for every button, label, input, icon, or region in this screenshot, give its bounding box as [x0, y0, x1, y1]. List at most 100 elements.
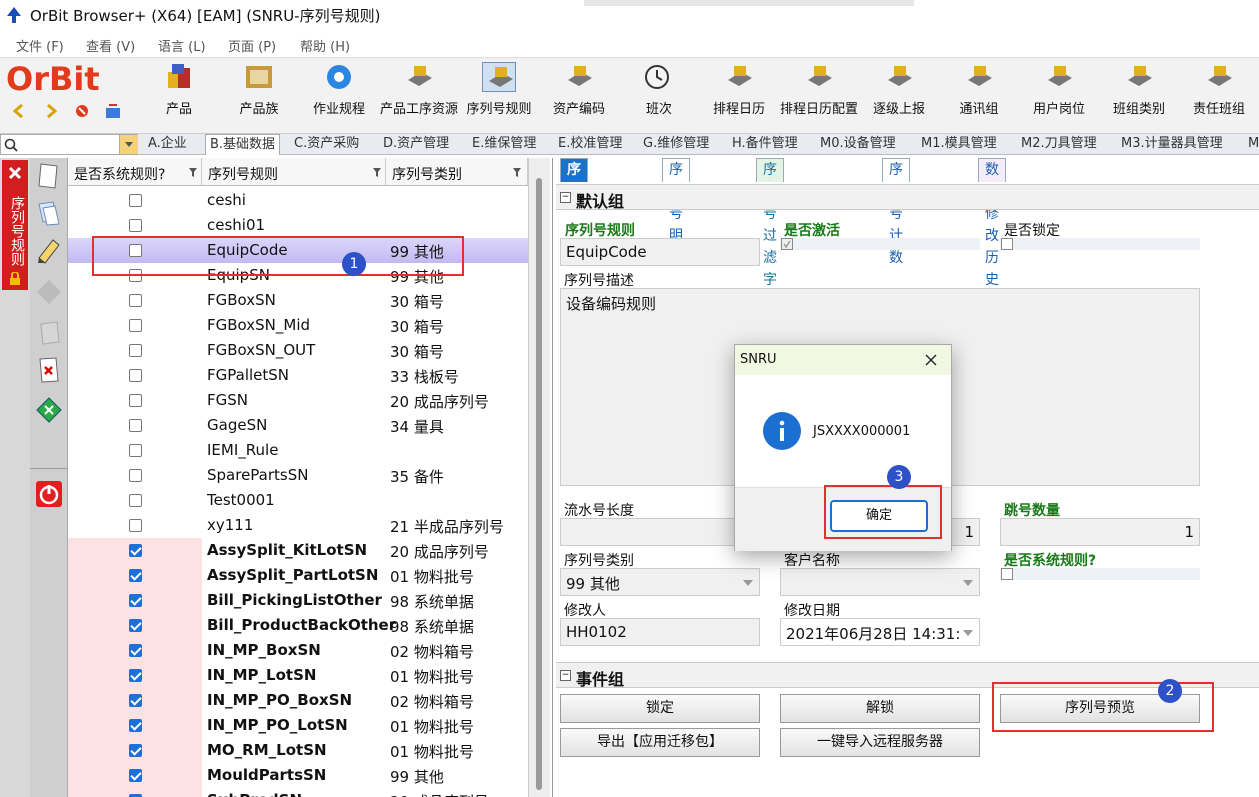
power-off-icon[interactable]	[35, 480, 63, 508]
close-icon[interactable]	[8, 166, 22, 180]
table-row[interactable]: IN_MP_PO_BoxSN 02 物料箱号	[68, 688, 528, 713]
delete-document-icon[interactable]	[35, 356, 63, 384]
column-header-system-rule[interactable]: 是否系统规则?	[68, 158, 202, 186]
system-rule-checkbox[interactable]	[129, 719, 142, 732]
toolbar-product-family[interactable]: 产品族	[219, 58, 299, 134]
filter-icon[interactable]	[189, 168, 197, 177]
unlock-button[interactable]: 解锁	[780, 694, 980, 723]
system-rule-checkbox[interactable]	[129, 394, 142, 407]
group-default[interactable]: − 默认组	[556, 184, 1259, 211]
search-dropdown-button[interactable]	[119, 135, 138, 154]
system-rule-checkbox[interactable]	[129, 644, 142, 657]
field-skip-count[interactable]: 1	[1000, 518, 1200, 546]
tab-more[interactable]: M	[1244, 134, 1259, 155]
field-serial-length[interactable]	[560, 518, 760, 546]
checkbox-locked[interactable]	[1001, 238, 1013, 250]
export-excel-icon[interactable]	[35, 396, 63, 424]
system-rule-checkbox[interactable]	[129, 319, 142, 332]
system-rule-checkbox[interactable]	[129, 494, 142, 507]
tab-spare-parts[interactable]: H.备件管理	[728, 134, 802, 155]
back-arrow-icon[interactable]	[12, 104, 26, 118]
system-rule-checkbox[interactable]	[129, 444, 142, 457]
checkbox-active[interactable]	[781, 238, 793, 250]
table-row[interactable]: FGBoxSN_Mid 30 箱号	[68, 313, 528, 338]
table-row[interactable]: AssySplit_PartLotSN 01 物料批号	[68, 563, 528, 588]
table-row[interactable]: IN_MP_BoxSN 02 物料箱号	[68, 638, 528, 663]
system-rule-checkbox[interactable]	[129, 519, 142, 532]
toolbar-product[interactable]: 产品	[139, 58, 219, 134]
subtab-modify-history[interactable]: 数据修改历史	[978, 158, 1006, 288]
stop-icon[interactable]	[75, 104, 89, 118]
system-rule-checkbox[interactable]	[129, 594, 142, 607]
side-tab-serial-rule[interactable]: 序列号规则	[2, 160, 28, 290]
subtab-serial-count[interactable]: 序列号计数	[882, 158, 910, 266]
toolbar-comm-group[interactable]: 通讯组	[939, 58, 1019, 134]
system-rule-checkbox[interactable]	[129, 619, 142, 632]
toolbar-responsible-team[interactable]: 责任班组	[1179, 58, 1259, 134]
close-icon[interactable]	[925, 354, 937, 366]
system-rule-checkbox[interactable]	[129, 294, 142, 307]
toolbar-user-post[interactable]: 用户岗位	[1019, 58, 1099, 134]
undo-disabled-icon[interactable]	[35, 318, 63, 346]
table-row[interactable]: SubProdSN 20 成品序列号	[68, 788, 528, 797]
field-modify-date[interactable]: 2021年06月28日 14:31:	[780, 618, 980, 646]
table-row[interactable]: ceshi01	[68, 213, 528, 238]
table-row[interactable]: MouldPartsSN 99 其他	[68, 763, 528, 788]
collapse-icon[interactable]: −	[560, 670, 571, 681]
system-rule-checkbox[interactable]	[129, 569, 142, 582]
import-remote-button[interactable]: 一键导入远程服务器	[780, 728, 980, 757]
table-row[interactable]: FGPalletSN 33 栈板号	[68, 363, 528, 388]
table-row[interactable]: Test0001	[68, 488, 528, 513]
tab-mould[interactable]: M1.模具管理	[917, 134, 1001, 155]
column-header-serial-type[interactable]: 序列号类别	[386, 158, 528, 186]
table-row[interactable]: IN_MP_PO_LotSN 01 物料批号	[68, 713, 528, 738]
toolbar-serial-rule[interactable]: 序列号规则	[459, 58, 539, 134]
menu-language[interactable]: 语言 (L)	[158, 36, 206, 55]
field-modifier[interactable]: HH0102	[560, 618, 760, 646]
table-row[interactable]: IEMI_Rule	[68, 438, 528, 463]
system-rule-checkbox[interactable]	[129, 419, 142, 432]
table-row[interactable]: xy111 21 半成品序列号	[68, 513, 528, 538]
copy-document-icon[interactable]	[35, 198, 63, 226]
table-row[interactable]: SparePartsSN 35 备件	[68, 463, 528, 488]
menu-file[interactable]: 文件 (F)	[16, 36, 64, 55]
refresh-icon[interactable]	[104, 102, 122, 120]
system-rule-checkbox[interactable]	[129, 744, 142, 757]
table-row[interactable]: Bill_PickingListOther 98 系统单据	[68, 588, 528, 613]
select-customer[interactable]	[780, 568, 980, 596]
checkbox-system-rule[interactable]	[1001, 568, 1013, 580]
tab-gauge[interactable]: M3.计量器具管理	[1117, 134, 1227, 155]
table-row[interactable]: FGSN 20 成品序列号	[68, 388, 528, 413]
tab-repair[interactable]: G.维修管理	[639, 134, 713, 155]
subtab-serial-rule[interactable]: 序列号规则	[560, 158, 588, 266]
subtab-serial-detail[interactable]: 序列号明细	[662, 158, 690, 266]
system-rule-checkbox[interactable]	[129, 469, 142, 482]
subtab-filter-char[interactable]: 序列号过滤字符	[756, 158, 784, 310]
system-rule-checkbox[interactable]	[129, 694, 142, 707]
grid-vertical-scrollbar[interactable]	[528, 158, 550, 797]
new-document-icon[interactable]	[35, 162, 63, 190]
table-row[interactable]: IN_MP_LotSN 01 物料批号	[68, 663, 528, 688]
select-serial-type[interactable]: 99 其他	[560, 568, 760, 596]
field-serial-rule[interactable]: EquipCode	[560, 238, 760, 266]
table-row[interactable]: FGBoxSN 30 箱号	[68, 288, 528, 313]
table-row[interactable]: MO_RM_LotSN 01 物料批号	[68, 738, 528, 763]
tab-maintenance[interactable]: E.维保管理	[468, 134, 540, 155]
system-rule-checkbox[interactable]	[129, 669, 142, 682]
toolbar-schedule-calendar[interactable]: 排程日历	[699, 58, 779, 134]
filter-icon[interactable]	[513, 168, 521, 177]
table-row[interactable]: GageSN 34 量具	[68, 413, 528, 438]
search-input[interactable]	[0, 134, 138, 155]
toolbar-product-process-resource[interactable]: 产品工序资源	[379, 58, 459, 134]
filter-icon[interactable]	[373, 168, 381, 177]
tab-tool[interactable]: M2.刀具管理	[1017, 134, 1101, 155]
table-row[interactable]: AssySplit_KitLotSN 20 成品序列号	[68, 538, 528, 563]
scrollbar-thumb[interactable]	[536, 178, 542, 790]
table-row[interactable]: ceshi	[68, 188, 528, 213]
toolbar-work-procedure[interactable]: 作业规程	[299, 58, 379, 134]
toolbar-schedule-calendar-config[interactable]: 排程日历配置	[779, 58, 859, 134]
save-disabled-icon[interactable]	[35, 278, 63, 306]
toolbar-escalation[interactable]: 逐级上报	[859, 58, 939, 134]
tab-basic-data[interactable]: B.基础数据	[205, 134, 281, 155]
tab-calibration[interactable]: E.校准管理	[554, 134, 626, 155]
